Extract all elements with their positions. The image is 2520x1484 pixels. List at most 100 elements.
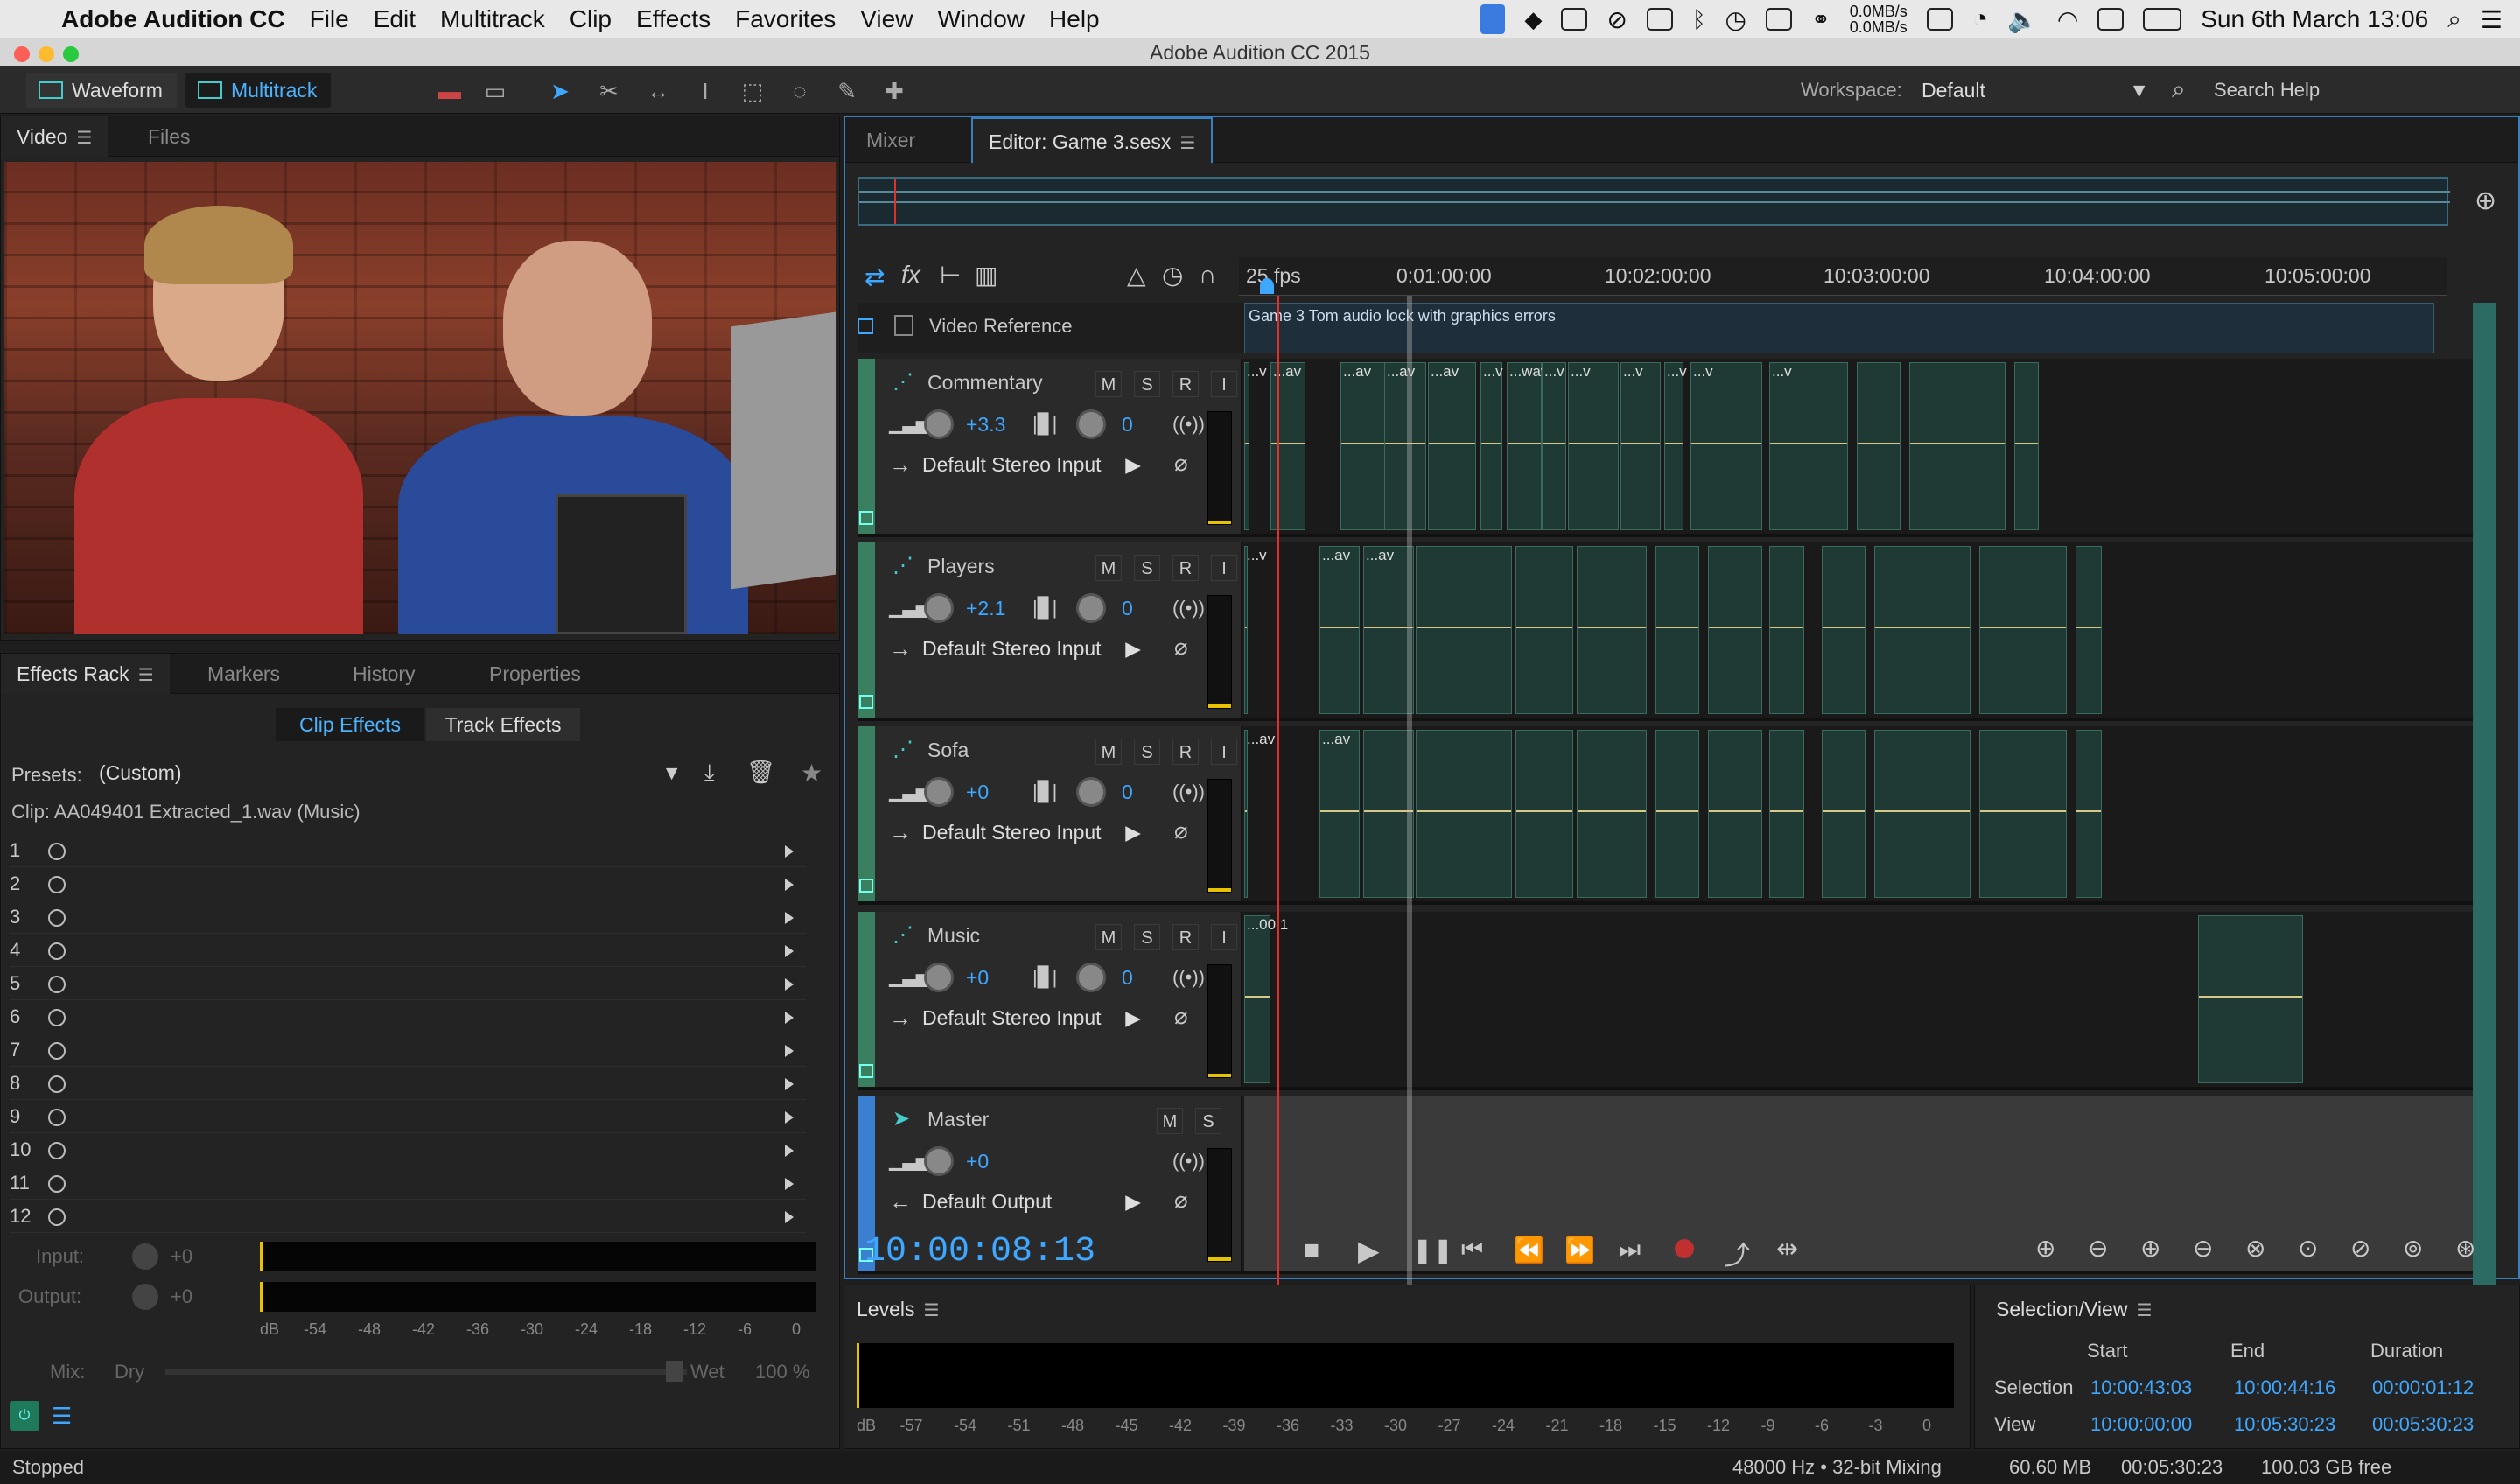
zoom-to-fit-icon[interactable]: ⊕ <box>2474 186 2496 216</box>
menu-multitrack[interactable]: Multitrack <box>440 5 545 33</box>
track-pan[interactable]: 0 <box>1122 966 1133 990</box>
track-solo-button[interactable]: S <box>1134 555 1160 581</box>
track-name[interactable]: Music <box>928 924 980 948</box>
selection-duration[interactable]: 00:00:01:12 <box>2372 1376 2474 1399</box>
battery-icon[interactable] <box>2143 8 2182 31</box>
binoculars-icon[interactable]: ⚭ <box>1811 6 1830 33</box>
view-duration[interactable]: 00:05:30:23 <box>2372 1413 2474 1436</box>
stereo-icon[interactable]: ((•)) <box>1172 966 1205 989</box>
tab-effects-rack[interactable]: Effects Rack ☰ <box>1 654 170 694</box>
pan-knob[interactable] <box>1076 962 1106 992</box>
slot-arrow-icon[interactable] <box>785 1111 794 1124</box>
audio-clip[interactable] <box>1822 730 1866 898</box>
zoom-in-amplitude-icon[interactable]: ⊕ <box>2035 1234 2055 1263</box>
track-pan[interactable]: 0 <box>1122 780 1133 804</box>
audio-clip[interactable]: ...00 1 <box>1244 915 1288 1083</box>
audio-clip[interactable] <box>2076 546 2102 714</box>
panel-menu-icon[interactable]: ☰ <box>923 1301 939 1320</box>
track-record-button[interactable]: R <box>1172 738 1199 765</box>
track-mute-button[interactable]: M <box>1096 924 1122 950</box>
spot-healing-icon[interactable]: ✚ <box>882 79 906 103</box>
slot-power-icon[interactable] <box>48 876 66 894</box>
save-preset-icon[interactable]: ⤓ <box>704 759 715 787</box>
track-name[interactable]: Players <box>928 555 995 578</box>
pan-knob[interactable] <box>1076 410 1106 439</box>
audio-clip[interactable] <box>1769 730 1804 898</box>
spectral-frequency-icon[interactable]: ▬ <box>438 79 462 103</box>
slot-arrow-icon[interactable] <box>785 878 794 891</box>
audio-clip[interactable] <box>1857 362 1900 530</box>
volume-knob[interactable] <box>924 962 954 992</box>
loop-button[interactable]: ⤴ <box>1724 1234 1750 1272</box>
move-tool-icon[interactable]: ➤ <box>548 79 572 103</box>
slot-arrow-icon[interactable] <box>785 978 794 990</box>
spectral-pitch-icon[interactable]: ▭ <box>483 79 508 103</box>
audio-clip[interactable]: ...wav <box>1507 362 1548 530</box>
audio-clip[interactable]: ...v <box>1664 362 1687 530</box>
menu-view[interactable]: View <box>860 5 913 33</box>
tab-files[interactable]: Files <box>132 116 206 157</box>
audio-clip[interactable] <box>1708 730 1762 898</box>
fast-forward-button[interactable]: ⏩ <box>1564 1236 1595 1264</box>
track-input-select[interactable]: Default Stereo Input ▶ <box>922 816 1141 849</box>
audio-clip[interactable]: ...av <box>1270 362 1306 530</box>
audio-clip[interactable]: ...v <box>1620 362 1661 530</box>
waveform-mode-button[interactable]: Waveform <box>26 73 177 108</box>
audio-clip[interactable] <box>1822 546 1866 714</box>
clip-effects-button[interactable]: Clip Effects <box>276 708 424 741</box>
audio-clip[interactable] <box>1516 546 1573 714</box>
audio-clip[interactable] <box>1874 730 1970 898</box>
effect-slot[interactable]: 12 <box>10 1200 806 1233</box>
track-pan[interactable]: 0 <box>1122 413 1133 437</box>
track-select-checkbox[interactable] <box>859 878 873 892</box>
effect-slot[interactable]: 4 <box>10 934 806 967</box>
audio-clip[interactable]: ...av <box>1428 362 1476 530</box>
track-lane[interactable]: ...av ...av <box>1244 726 2473 901</box>
inputs-outputs-icon[interactable]: ⇄ <box>864 262 885 291</box>
track-volume[interactable]: +0 <box>966 780 989 804</box>
delete-preset-icon[interactable]: 🗑 <box>746 759 775 786</box>
track-select-checkbox[interactable] <box>859 511 873 525</box>
track-volume[interactable]: +0 <box>966 1150 989 1173</box>
audio-clip[interactable] <box>1769 546 1804 714</box>
favorite-star-icon[interactable]: ★ <box>801 759 822 788</box>
effect-slot[interactable]: 6 <box>10 1000 806 1033</box>
output-knob[interactable] <box>132 1284 158 1310</box>
lasso-tool-icon[interactable]: ◌ <box>788 79 812 103</box>
no-entry-icon[interactable]: ⊘ <box>1606 5 1627 34</box>
zoom-in-time-icon[interactable]: ⊕ <box>2140 1234 2160 1263</box>
audio-clip[interactable] <box>1656 546 1699 714</box>
menu-effects[interactable]: Effects <box>636 5 710 33</box>
pan-knob[interactable] <box>1076 777 1106 807</box>
clock[interactable]: Sun 6th March 13:06 <box>2201 5 2428 33</box>
audio-clip[interactable] <box>1416 730 1512 898</box>
stereo-icon[interactable]: ((•)) <box>1172 413 1205 436</box>
audio-clip[interactable]: ...v <box>1690 362 1762 530</box>
slot-power-icon[interactable] <box>48 843 66 861</box>
zoom-left-edge-icon[interactable]: ⊘ <box>2350 1234 2370 1263</box>
input-knob[interactable] <box>132 1243 158 1270</box>
effect-slot[interactable]: 11 <box>10 1166 806 1200</box>
audio-clip[interactable]: ...v <box>1244 362 1267 530</box>
input-value[interactable]: +0 <box>171 1245 192 1268</box>
volume-knob[interactable] <box>924 777 954 807</box>
audio-clip[interactable] <box>1416 546 1512 714</box>
track-pan[interactable]: 0 <box>1122 597 1133 620</box>
display-icon[interactable] <box>1926 8 1953 31</box>
track-mute-button[interactable]: M <box>1096 738 1122 765</box>
dropbox-icon[interactable]: ◆ <box>1524 6 1542 33</box>
track-solo-button[interactable]: S <box>1134 738 1160 765</box>
track-input-monitor-button[interactable]: I <box>1211 371 1237 397</box>
track-record-button[interactable]: R <box>1172 371 1199 397</box>
slot-power-icon[interactable] <box>48 1009 66 1027</box>
eq-icon[interactable]: ▥ <box>975 261 998 290</box>
time-machine-icon[interactable]: ◷ <box>1726 5 1746 34</box>
panel-menu-icon[interactable]: ☰ <box>76 129 92 148</box>
stereo-icon[interactable]: ((•)) <box>1172 780 1205 803</box>
audio-clip[interactable]: ...v <box>1542 362 1566 530</box>
track-volume[interactable]: +2.1 <box>966 597 1005 620</box>
slot-arrow-icon[interactable] <box>785 1144 794 1157</box>
audio-clip[interactable]: ...v <box>1568 362 1619 530</box>
video-reference-clip[interactable]: Game 3 Tom audio lock with graphics erro… <box>1244 303 2434 354</box>
effect-slot[interactable]: 8 <box>10 1067 806 1100</box>
